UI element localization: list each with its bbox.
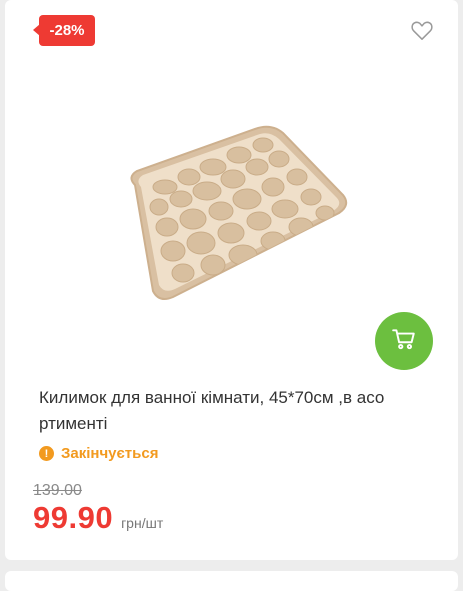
stock-status-label: Закінчується	[61, 445, 159, 462]
stock-status: ! Закінчується	[39, 445, 158, 462]
exclamation-circle-icon: !	[39, 446, 54, 461]
next-product-card[interactable]	[5, 571, 458, 591]
cart-icon	[391, 326, 417, 357]
add-to-cart-button[interactable]	[375, 312, 433, 370]
heart-icon[interactable]	[409, 17, 435, 43]
discount-badge: -28%	[33, 15, 95, 46]
price-unit: грн/шт	[121, 515, 164, 531]
product-image[interactable]	[115, 115, 365, 315]
product-card[interactable]: -28% Килимок для ванної кімнати, 45*70см…	[5, 0, 458, 560]
current-price: 99.90	[33, 500, 114, 535]
product-title[interactable]: Килимок для ванної кімнати, 45*70см ,в а…	[39, 385, 439, 437]
old-price: 139.00	[33, 482, 82, 499]
price-row: 99.90 грн/шт	[33, 500, 163, 536]
